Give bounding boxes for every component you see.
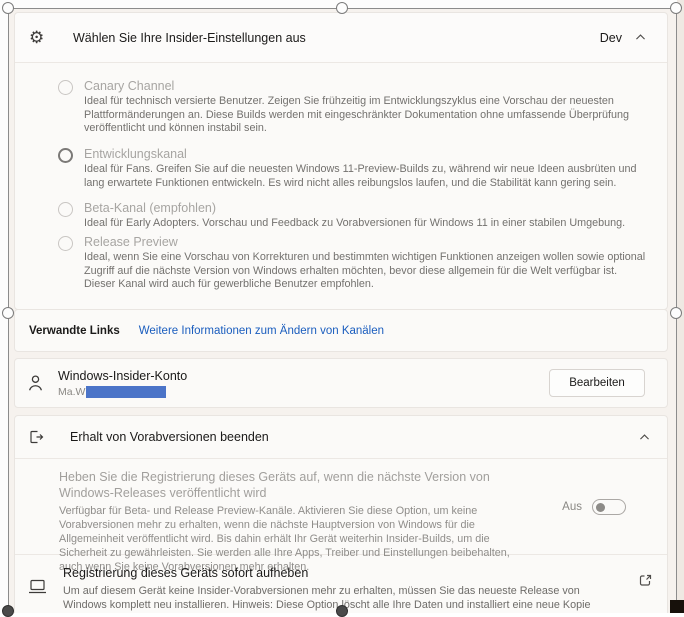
settings-page: ⚙ Wählen Sie Ihre Insider-Einstellungen … bbox=[0, 0, 684, 617]
account-email-prefix: Ma.W bbox=[58, 385, 86, 398]
radio-beta[interactable] bbox=[58, 202, 73, 217]
insider-account-card: Windows-Insider-Konto Ma.W Bearbeiten bbox=[14, 358, 668, 408]
channel-option-canary[interactable]: Canary Channel Ideal für technisch versi… bbox=[58, 79, 649, 136]
radio-dev-selected[interactable] bbox=[58, 148, 73, 163]
unenroll-now-title: Registrierung dieses Geräts sofort aufhe… bbox=[63, 566, 309, 580]
chevron-up-icon[interactable] bbox=[634, 31, 647, 44]
channel-description: Ideal für Fans. Greifen Sie auf die neue… bbox=[84, 163, 637, 189]
insider-settings-card: ⚙ Wählen Sie Ihre Insider-Einstellungen … bbox=[14, 12, 668, 310]
window-corner-fragment bbox=[670, 600, 684, 613]
selection-handle-mid-right[interactable] bbox=[670, 307, 682, 319]
channel-option-beta[interactable]: Beta-Kanal (empfohlen) Ideal für Early A… bbox=[58, 201, 649, 231]
selection-handle-top-center[interactable] bbox=[336, 2, 348, 14]
channel-option-release-preview[interactable]: Release Preview Ideal, wenn Sie eine Vor… bbox=[58, 235, 649, 292]
related-links-card: Verwandte Links Weitere Informationen zu… bbox=[14, 309, 668, 352]
channel-label: Release Preview bbox=[84, 235, 178, 249]
selection-handle-mid-left[interactable] bbox=[2, 307, 14, 319]
unenroll-next-release-title: Heben Sie die Registrierung dieses Gerät… bbox=[59, 470, 490, 500]
radio-release-preview[interactable] bbox=[58, 236, 73, 251]
unenroll-next-release-row: Heben Sie die Registrierung dieses Gerät… bbox=[15, 459, 667, 573]
selection-handle-bottom-left[interactable] bbox=[2, 605, 14, 617]
channel-label: Entwicklungskanal bbox=[84, 147, 187, 161]
channel-description: Ideal für Early Adopters. Vorschau und F… bbox=[84, 217, 626, 229]
insider-settings-title: Wählen Sie Ihre Insider-Einstellungen au… bbox=[73, 30, 306, 45]
stop-previews-title: Erhalt von Vorabversionen beenden bbox=[70, 430, 269, 444]
selection-handle-bottom-center[interactable] bbox=[336, 605, 348, 617]
channel-label: Canary Channel bbox=[84, 79, 175, 93]
laptop-icon bbox=[29, 579, 46, 594]
stop-previews-expander-header[interactable]: Erhalt von Vorabversionen beenden bbox=[15, 416, 667, 458]
edit-account-button[interactable]: Bearbeiten bbox=[549, 369, 645, 397]
channel-radio-group: Canary Channel Ideal für technisch versi… bbox=[15, 63, 667, 310]
change-channels-link[interactable]: Weitere Informationen zum Ändern von Kan… bbox=[139, 325, 384, 337]
toggle-knob bbox=[596, 502, 605, 512]
channel-label: Beta-Kanal (empfohlen) bbox=[84, 201, 217, 215]
stop-previews-card: Erhalt von Vorabversionen beenden Heben … bbox=[14, 415, 668, 613]
selection-handle-top-left[interactable] bbox=[2, 2, 14, 14]
unenroll-now-description: Um auf diesem Gerät keine Insider-Vorabv… bbox=[63, 585, 591, 611]
channel-description: Ideal, wenn Sie eine Vorschau von Korrek… bbox=[84, 251, 646, 291]
account-email-redaction bbox=[86, 385, 167, 398]
unenroll-toggle[interactable] bbox=[592, 499, 626, 515]
person-icon bbox=[28, 374, 43, 390]
account-title: Windows-Insider-Konto bbox=[58, 368, 188, 383]
channel-option-dev[interactable]: Entwicklungskanal Ideal für Fans. Greife… bbox=[58, 147, 649, 190]
channel-description: Ideal für technisch versierte Benutzer. … bbox=[84, 95, 629, 135]
external-link-icon[interactable] bbox=[638, 573, 653, 588]
chevron-up-icon[interactable] bbox=[638, 431, 651, 444]
gear-icon: ⚙ bbox=[29, 28, 45, 47]
selection-handle-top-right[interactable] bbox=[670, 2, 682, 14]
radio-canary[interactable] bbox=[58, 80, 73, 95]
selected-channel-value: Dev bbox=[599, 30, 622, 45]
related-links-label: Verwandte Links bbox=[29, 324, 120, 337]
insider-settings-expander-header[interactable]: ⚙ Wählen Sie Ihre Insider-Einstellungen … bbox=[15, 13, 667, 63]
exit-door-icon bbox=[30, 430, 44, 444]
toggle-state-label: Aus bbox=[562, 501, 582, 513]
